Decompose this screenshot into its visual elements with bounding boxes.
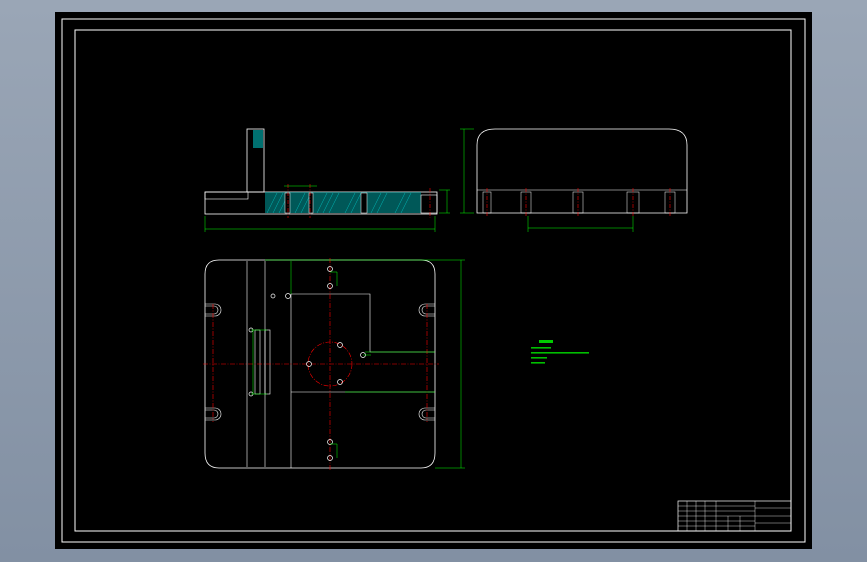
plan-centerlines bbox=[203, 258, 439, 470]
base-upper-step bbox=[204, 191, 249, 200]
end-step bbox=[420, 194, 438, 214]
side-outline bbox=[476, 128, 688, 214]
front-section-view[interactable] bbox=[204, 128, 450, 232]
u-slots bbox=[205, 303, 435, 421]
plate-internal-lines bbox=[246, 261, 435, 468]
side-slots bbox=[482, 191, 676, 214]
top-plan-view[interactable] bbox=[203, 258, 465, 470]
note-line-mark bbox=[531, 357, 547, 359]
title-block-grid bbox=[678, 501, 791, 531]
slot-cut-3 bbox=[360, 192, 368, 214]
slot-cut-2 bbox=[308, 192, 314, 214]
technical-notes bbox=[531, 340, 589, 364]
cad-viewport[interactable] bbox=[55, 12, 812, 549]
bolt-holes bbox=[248, 266, 366, 461]
slot-cut-1 bbox=[284, 192, 291, 214]
note-line-mark bbox=[531, 352, 589, 354]
post-hatch bbox=[253, 130, 263, 148]
cad-drawing-canvas[interactable] bbox=[55, 12, 812, 549]
notes-heading-mark bbox=[539, 340, 553, 343]
side-dimensions bbox=[460, 128, 634, 232]
side-view[interactable] bbox=[460, 128, 688, 232]
title-block[interactable] bbox=[677, 500, 792, 532]
inner-frame bbox=[74, 29, 792, 532]
note-line-mark bbox=[531, 347, 551, 349]
note-line-mark bbox=[531, 362, 545, 364]
outer-frame bbox=[61, 18, 806, 543]
